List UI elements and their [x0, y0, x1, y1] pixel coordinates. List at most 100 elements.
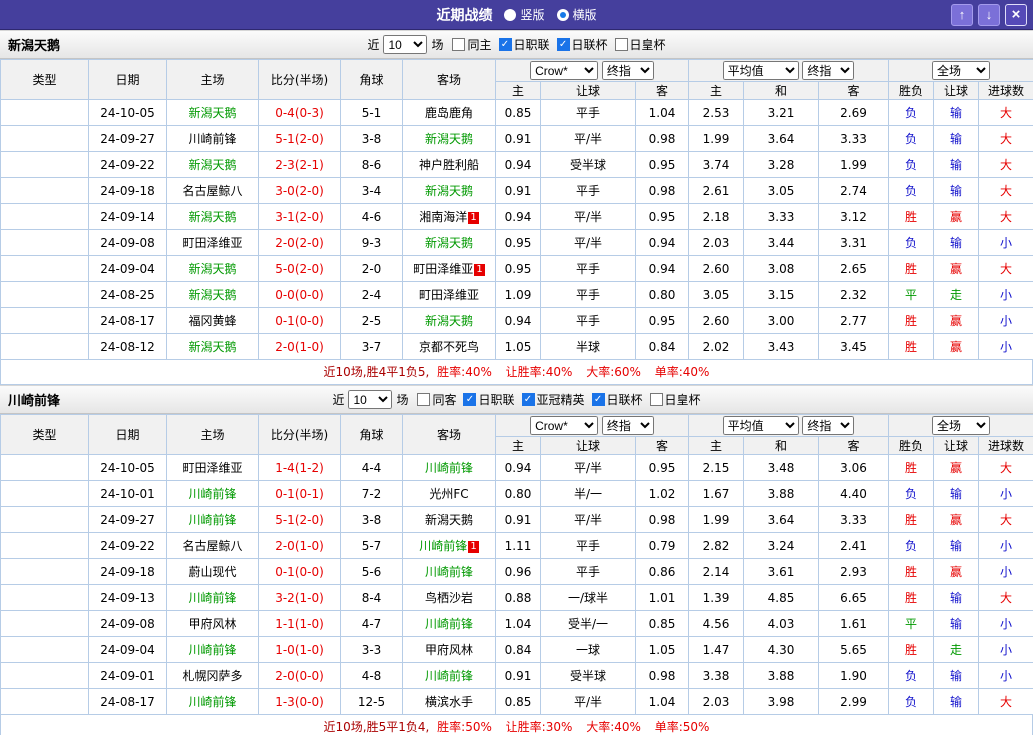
- filter-checkbox[interactable]: 日皇杯: [614, 36, 666, 53]
- scroll-up-button[interactable]: ↑: [951, 4, 973, 26]
- handicap-away-odds-cell: 0.98: [635, 506, 689, 533]
- checkbox-checked-icon: ✓: [521, 393, 535, 406]
- filter-checkbox[interactable]: ✓ 亚冠精英: [521, 391, 585, 408]
- odds-company-select[interactable]: Crow*: [530, 416, 599, 435]
- average-odds-select[interactable]: 平均值: [722, 61, 799, 80]
- goals-result-cell: 小: [978, 610, 1033, 637]
- avg-draw-odds-cell: 3.88: [743, 480, 819, 507]
- col-corner: 角球: [340, 414, 403, 455]
- winloss-result-cell: 负: [888, 177, 935, 204]
- odds-company-select[interactable]: Crow*: [530, 61, 599, 80]
- goals-result-cell: 小: [978, 307, 1033, 334]
- handicap-line-cell: 平/半: [540, 229, 636, 256]
- handicap-line-cell: 平手: [540, 281, 636, 308]
- league-cell: 日职联: [0, 125, 89, 152]
- final-odds-select[interactable]: 终指: [601, 416, 654, 435]
- league-cell: 日联杯: [0, 255, 89, 282]
- home-team-cell: 新潟天鹅: [166, 333, 259, 360]
- col-home: 主场: [166, 59, 259, 100]
- near-label: 近: [367, 38, 380, 52]
- handicap-away-odds-cell: 0.98: [635, 662, 689, 689]
- filter-checkbox[interactable]: ✓ 日职联: [498, 36, 550, 53]
- corner-cell: 4-7: [340, 610, 403, 637]
- home-team-cell: 川崎前锋: [166, 506, 259, 533]
- handicap-away-odds-cell: 0.80: [635, 281, 689, 308]
- scroll-down-button[interactable]: ↓: [978, 4, 1000, 26]
- average-odds-select[interactable]: 平均值: [722, 416, 799, 435]
- league-cell: 日职联: [0, 662, 89, 689]
- score-cell: 0-4(0-3): [258, 99, 341, 126]
- league-cell: 日职联: [0, 584, 89, 611]
- goals-result-cell: 大: [978, 584, 1033, 611]
- subcol-handicap-line: 让球: [540, 436, 636, 455]
- match-row: 日职联 24-09-14 新潟天鹅 3-1(2-0) 4-6 湘南海洋 1 0.94 平/半 0.…: [0, 203, 1033, 230]
- fulltime-scope-select[interactable]: 全场: [932, 416, 991, 435]
- near-label: 近: [332, 393, 345, 407]
- layout-radio-vertical[interactable]: 竖版: [504, 6, 545, 23]
- handicap-line-cell: 平手: [540, 532, 636, 559]
- page-title: 近期战绩: [436, 7, 493, 24]
- score-cell: 3-2(1-0): [258, 584, 341, 611]
- score-cell: 0-1(0-1): [258, 480, 341, 507]
- match-row: 日联杯 24-09-08 甲府风林 1-1(1-0) 4-7 川崎前锋 1.04 受半/一 0.…: [0, 610, 1033, 637]
- avg-draw-odds-cell: 3.24: [743, 532, 819, 559]
- league-cell: 日职联: [0, 99, 89, 126]
- goals-result-cell: 小: [978, 480, 1033, 507]
- score-cell: 1-4(1-2): [258, 454, 341, 481]
- filter-checkbox[interactable]: 日皇杯: [649, 391, 701, 408]
- filter-checkbox[interactable]: ✓ 日联杯: [556, 36, 608, 53]
- fulltime-scope-select[interactable]: 全场: [932, 61, 991, 80]
- home-team-cell: 甲府风林: [166, 610, 259, 637]
- winloss-result-cell: 负: [888, 229, 935, 256]
- summary-bar: 近10场,胜4平1负5, 胜率:40% 让胜率:40% 大率:60% 单率:40…: [0, 360, 1033, 385]
- corner-cell: 8-4: [340, 584, 403, 611]
- summary-record: 近10场,胜4平1负5,: [323, 365, 430, 379]
- filter-checkbox[interactable]: 同客: [417, 391, 456, 408]
- avg-away-odds-cell: 2.77: [817, 307, 890, 334]
- away-team-cell: 甲府风林: [402, 636, 496, 663]
- layout-radio-horizontal[interactable]: 横版: [556, 6, 597, 23]
- handicap-result-cell: 赢: [933, 203, 980, 230]
- filter-checkbox[interactable]: 同主: [452, 36, 492, 53]
- handicap-result-cell: 赢: [933, 307, 980, 334]
- league-cell: 日职联: [0, 151, 89, 178]
- filter-checkbox[interactable]: ✓ 日联杯: [591, 391, 643, 408]
- avg-away-odds-cell: 5.65: [817, 636, 890, 663]
- handicap-home-odds-cell: 0.91: [495, 177, 541, 204]
- final-odds-select[interactable]: 终指: [601, 61, 654, 80]
- league-filter-checkboxes: 同客 ✓ 日职联 ✓ 亚冠精英 ✓ 日联杯 日皇杯: [417, 391, 701, 408]
- avg-draw-odds-cell: 3.88: [743, 662, 819, 689]
- avg-draw-odds-cell: 3.43: [743, 333, 819, 360]
- games-count-select[interactable]: 10: [348, 390, 393, 409]
- home-team-cell: 蔚山现代: [166, 558, 259, 585]
- handicap-away-odds-cell: 0.85: [635, 610, 689, 637]
- subcol-handicap-away: 客: [635, 436, 689, 455]
- corner-cell: 3-3: [340, 636, 403, 663]
- avg-away-odds-cell: 1.61: [817, 610, 890, 637]
- away-team-cell: 川崎前锋: [402, 558, 496, 585]
- winloss-result-cell: 胜: [888, 307, 935, 334]
- filter-checkbox[interactable]: ✓ 日职联: [463, 391, 515, 408]
- handicap-result-cell: 输: [933, 99, 980, 126]
- league-cell: 日职联: [0, 454, 89, 481]
- handicap-result-cell: 输: [933, 584, 980, 611]
- match-row: 亚冠精英 24-09-18 蔚山现代 0-1(0-0) 5-6 川崎前锋 0.96 平手 0.8…: [0, 558, 1033, 585]
- league-cell: 亚冠精英: [0, 480, 89, 507]
- average-odds-group: 平均值 终指: [687, 414, 890, 437]
- avg-away-odds-cell: 3.06: [817, 454, 890, 481]
- final-odds-select-2[interactable]: 终指: [802, 416, 855, 435]
- col-away: 客场: [402, 59, 496, 100]
- games-count-select[interactable]: 10: [383, 35, 428, 54]
- score-cell: 2-0(2-0): [258, 229, 341, 256]
- avg-home-odds-cell: 2.18: [688, 203, 744, 230]
- close-button[interactable]: ×: [1005, 4, 1027, 26]
- corner-cell: 12-5: [340, 688, 403, 715]
- subcol-handicap-result: 让球: [933, 81, 980, 100]
- handicap-result-cell: 走: [933, 281, 980, 308]
- handicap-result-cell: 走: [933, 636, 980, 663]
- goals-result-cell: 大: [978, 203, 1033, 230]
- final-odds-select-2[interactable]: 终指: [802, 61, 855, 80]
- corner-cell: 4-6: [340, 203, 403, 230]
- avg-away-odds-cell: 1.90: [817, 662, 890, 689]
- avg-draw-odds-cell: 3.05: [743, 177, 819, 204]
